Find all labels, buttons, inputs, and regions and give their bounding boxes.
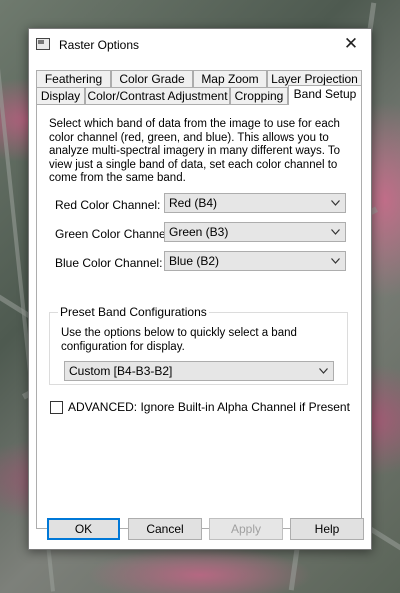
blue-channel-select[interactable]: Blue (B2) [164, 251, 346, 271]
chevron-down-icon [331, 229, 340, 235]
tab-map-zoom[interactable]: Map Zoom [193, 70, 267, 87]
blue-channel-value: Blue (B2) [169, 254, 220, 268]
apply-button[interactable]: Apply [209, 518, 283, 540]
green-channel-label: Green Color Channel: [55, 227, 172, 241]
tab-display[interactable]: Display [36, 87, 85, 104]
preset-description: Use the options below to quickly select … [61, 327, 297, 353]
tab-feathering[interactable]: Feathering [36, 70, 111, 87]
tab-cropping[interactable]: Cropping [230, 87, 288, 104]
band-setup-description: Select which band of data from the image… [49, 118, 341, 184]
tab-color-contrast-adjustment[interactable]: Color/Contrast Adjustment [85, 87, 230, 104]
title-bar[interactable]: Raster Options ✕ [29, 29, 371, 61]
close-icon: ✕ [343, 34, 359, 53]
blue-channel-label: Blue Color Channel: [55, 256, 163, 270]
red-channel-value: Red (B4) [169, 196, 218, 210]
red-channel-select[interactable]: Red (B4) [164, 193, 346, 213]
tab-color-grade[interactable]: Color Grade [111, 70, 193, 87]
chevron-down-icon [319, 368, 328, 374]
ignore-alpha-checkbox[interactable] [50, 401, 63, 414]
green-channel-select[interactable]: Green (B3) [164, 222, 346, 242]
tab-row-2: Display Color/Contrast Adjustment Croppi… [36, 85, 362, 105]
window-icon [36, 38, 50, 50]
cancel-button[interactable]: Cancel [128, 518, 202, 540]
preset-group-title: Preset Band Configurations [58, 305, 209, 319]
dialog-title: Raster Options [59, 38, 140, 52]
ignore-alpha-label: ADVANCED: Ignore Built-in Alpha Channel … [68, 400, 350, 414]
raster-options-dialog: Raster Options ✕ Feathering Color Grade … [28, 28, 372, 550]
tab-band-setup[interactable]: Band Setup [288, 85, 362, 105]
red-channel-label: Red Color Channel: [55, 198, 161, 212]
preset-value: Custom [B4-B3-B2] [69, 364, 173, 378]
chevron-down-icon [331, 200, 340, 206]
close-button[interactable]: ✕ [331, 29, 371, 59]
green-channel-value: Green (B3) [169, 225, 229, 239]
ok-button[interactable]: OK [47, 518, 120, 540]
preset-band-group: Preset Band Configurations Use the optio… [49, 305, 348, 385]
chevron-down-icon [331, 258, 340, 264]
help-button[interactable]: Help [290, 518, 364, 540]
preset-select[interactable]: Custom [B4-B3-B2] [64, 361, 334, 381]
band-setup-panel: Select which band of data from the image… [36, 104, 362, 529]
